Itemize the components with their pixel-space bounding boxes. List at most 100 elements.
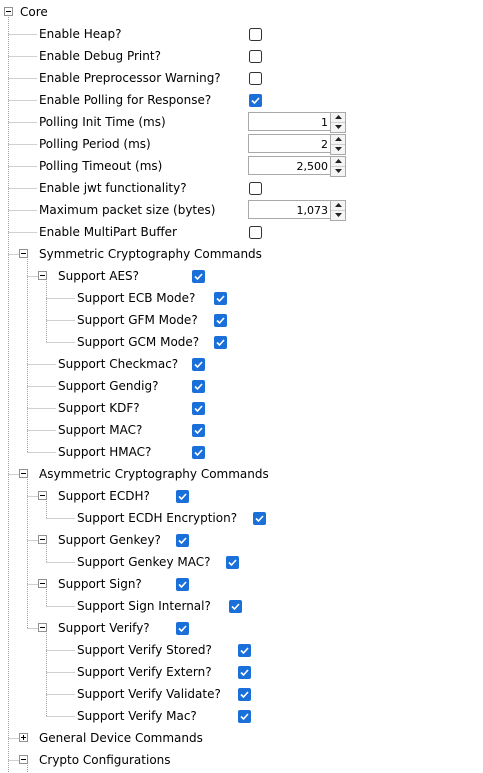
tree-row[interactable]: Enable Polling for Response? (0, 89, 483, 111)
tree-row-label: Asymmetric Cryptography Commands (39, 467, 269, 481)
tree-row[interactable]: Enable Heap? (0, 23, 483, 45)
tree-row[interactable]: Support AES? (0, 265, 483, 287)
checkbox-checked[interactable] (192, 402, 205, 415)
tree-row[interactable]: Support MAC? (0, 419, 483, 441)
spinner-value[interactable]: 2 (248, 134, 330, 153)
checkbox-checked[interactable] (238, 688, 251, 701)
number-spinner[interactable]: 2,500 (248, 156, 347, 177)
tree-row-label: Support HMAC? (58, 445, 152, 459)
number-spinner[interactable]: 1 (248, 112, 347, 133)
checkbox-checked[interactable] (176, 490, 189, 503)
spin-up-icon[interactable] (331, 113, 345, 123)
tree-node-core[interactable]: Core (0, 1, 483, 23)
tree-row[interactable]: Crypto Configurations (0, 749, 483, 771)
tree-row[interactable]: Polling Period (ms) 2 (0, 133, 483, 155)
tree-row[interactable]: Support GCM Mode? (0, 331, 483, 353)
tree-row[interactable]: Enable jwt functionality? (0, 177, 483, 199)
tree-row[interactable]: Support Verify Mac? (0, 705, 483, 727)
tree-row-label: Enable Preprocessor Warning? (39, 71, 221, 85)
minus-icon[interactable] (19, 755, 28, 764)
tree-row-label: Support Checkmac? (58, 357, 179, 371)
tree-row[interactable]: Support Sign? (0, 573, 483, 595)
plus-icon[interactable] (19, 733, 28, 742)
minus-icon[interactable] (38, 535, 47, 544)
tree-row[interactable]: Support HMAC? (0, 441, 483, 463)
spin-up-icon[interactable] (331, 135, 345, 145)
tree-row[interactable]: Polling Timeout (ms) 2,500 (0, 155, 483, 177)
tree-row[interactable]: Enable Debug Print? (0, 45, 483, 67)
tree-row[interactable]: Support GFM Mode? (0, 309, 483, 331)
minus-icon[interactable] (38, 623, 47, 632)
minus-icon[interactable] (19, 249, 28, 258)
tree-row-label: Polling Period (ms) (39, 137, 151, 151)
checkbox-checked[interactable] (176, 622, 189, 635)
tree-row-label: Support GCM Mode? (77, 335, 200, 349)
checkbox-unchecked[interactable] (249, 28, 262, 41)
tree-row[interactable]: Support Genkey MAC? (0, 551, 483, 573)
tree-node-label: Core (20, 5, 48, 19)
tree-row[interactable]: Maximum packet size (bytes) 1,073 (0, 199, 483, 221)
tree-row[interactable]: Support Verify? (0, 617, 483, 639)
minus-icon[interactable] (38, 271, 47, 280)
tree-row[interactable]: Enable Preprocessor Warning? (0, 67, 483, 89)
checkbox-checked[interactable] (238, 644, 251, 657)
number-spinner[interactable]: 1,073 (248, 200, 347, 221)
checkbox-checked[interactable] (192, 380, 205, 393)
checkbox-checked[interactable] (238, 710, 251, 723)
spinner-value[interactable]: 2,500 (248, 156, 330, 175)
checkbox-checked[interactable] (176, 534, 189, 547)
number-spinner[interactable]: 2 (248, 134, 347, 155)
minus-icon[interactable] (38, 579, 47, 588)
spin-down-icon[interactable] (331, 123, 345, 132)
checkbox-unchecked[interactable] (249, 72, 262, 85)
spin-up-icon[interactable] (331, 157, 345, 167)
tree-row[interactable]: Symmetric Cryptography Commands (0, 243, 483, 265)
minus-icon[interactable] (19, 469, 28, 478)
checkbox-unchecked[interactable] (249, 182, 262, 195)
checkbox-checked[interactable] (238, 666, 251, 679)
checkbox-checked[interactable] (249, 94, 262, 107)
checkbox-unchecked[interactable] (249, 50, 262, 63)
tree-row[interactable]: Support Genkey? (0, 529, 483, 551)
tree-row[interactable]: Asymmetric Cryptography Commands (0, 463, 483, 485)
checkbox-checked[interactable] (214, 314, 227, 327)
spin-up-icon[interactable] (331, 201, 345, 211)
tree-row[interactable]: Support KDF? (0, 397, 483, 419)
spin-down-icon[interactable] (331, 145, 345, 154)
tree-row[interactable]: Support Sign Internal? (0, 595, 483, 617)
checkbox-checked[interactable] (226, 556, 239, 569)
minus-icon[interactable] (38, 491, 47, 500)
spin-down-icon[interactable] (331, 211, 345, 220)
checkbox-checked[interactable] (192, 358, 205, 371)
tree-row-label: Enable Heap? (39, 27, 122, 41)
tree-row[interactable]: Support ECDH? (0, 485, 483, 507)
checkbox-checked[interactable] (192, 446, 205, 459)
tree-row[interactable]: Support ECB Mode? (0, 287, 483, 309)
tree-row[interactable]: Support Checkmac? (0, 353, 483, 375)
tree-row[interactable]: Support Verify Validate? (0, 683, 483, 705)
tree-row-label: Enable MultiPart Buffer (39, 225, 177, 239)
checkbox-checked[interactable] (214, 336, 227, 349)
spinner-value[interactable]: 1,073 (248, 200, 330, 219)
tree-row[interactable]: Support Gendig? (0, 375, 483, 397)
tree-row[interactable]: Support Verify Stored? (0, 639, 483, 661)
tree-row[interactable]: Polling Init Time (ms) 1 (0, 111, 483, 133)
checkbox-checked[interactable] (192, 424, 205, 437)
tree-row[interactable]: Support ECDH Encryption? (0, 507, 483, 529)
checkbox-checked[interactable] (176, 578, 189, 591)
tree-row[interactable]: Enable MultiPart Buffer (0, 221, 483, 243)
tree-row-label: General Device Commands (39, 731, 203, 745)
tree-row-label: Support Sign Internal? (77, 599, 211, 613)
spinner-value[interactable]: 1 (248, 112, 330, 131)
checkbox-unchecked[interactable] (249, 226, 262, 239)
tree-row[interactable]: Support Verify Extern? (0, 661, 483, 683)
minus-icon[interactable] (4, 7, 13, 16)
checkbox-checked[interactable] (253, 512, 266, 525)
checkbox-checked[interactable] (214, 292, 227, 305)
spinner-buttons (330, 134, 346, 155)
tree-row[interactable]: General Device Commands (0, 727, 483, 749)
tree-row-label: Support Verify Validate? (77, 687, 221, 701)
spin-down-icon[interactable] (331, 167, 345, 176)
checkbox-checked[interactable] (229, 600, 242, 613)
checkbox-checked[interactable] (192, 270, 205, 283)
